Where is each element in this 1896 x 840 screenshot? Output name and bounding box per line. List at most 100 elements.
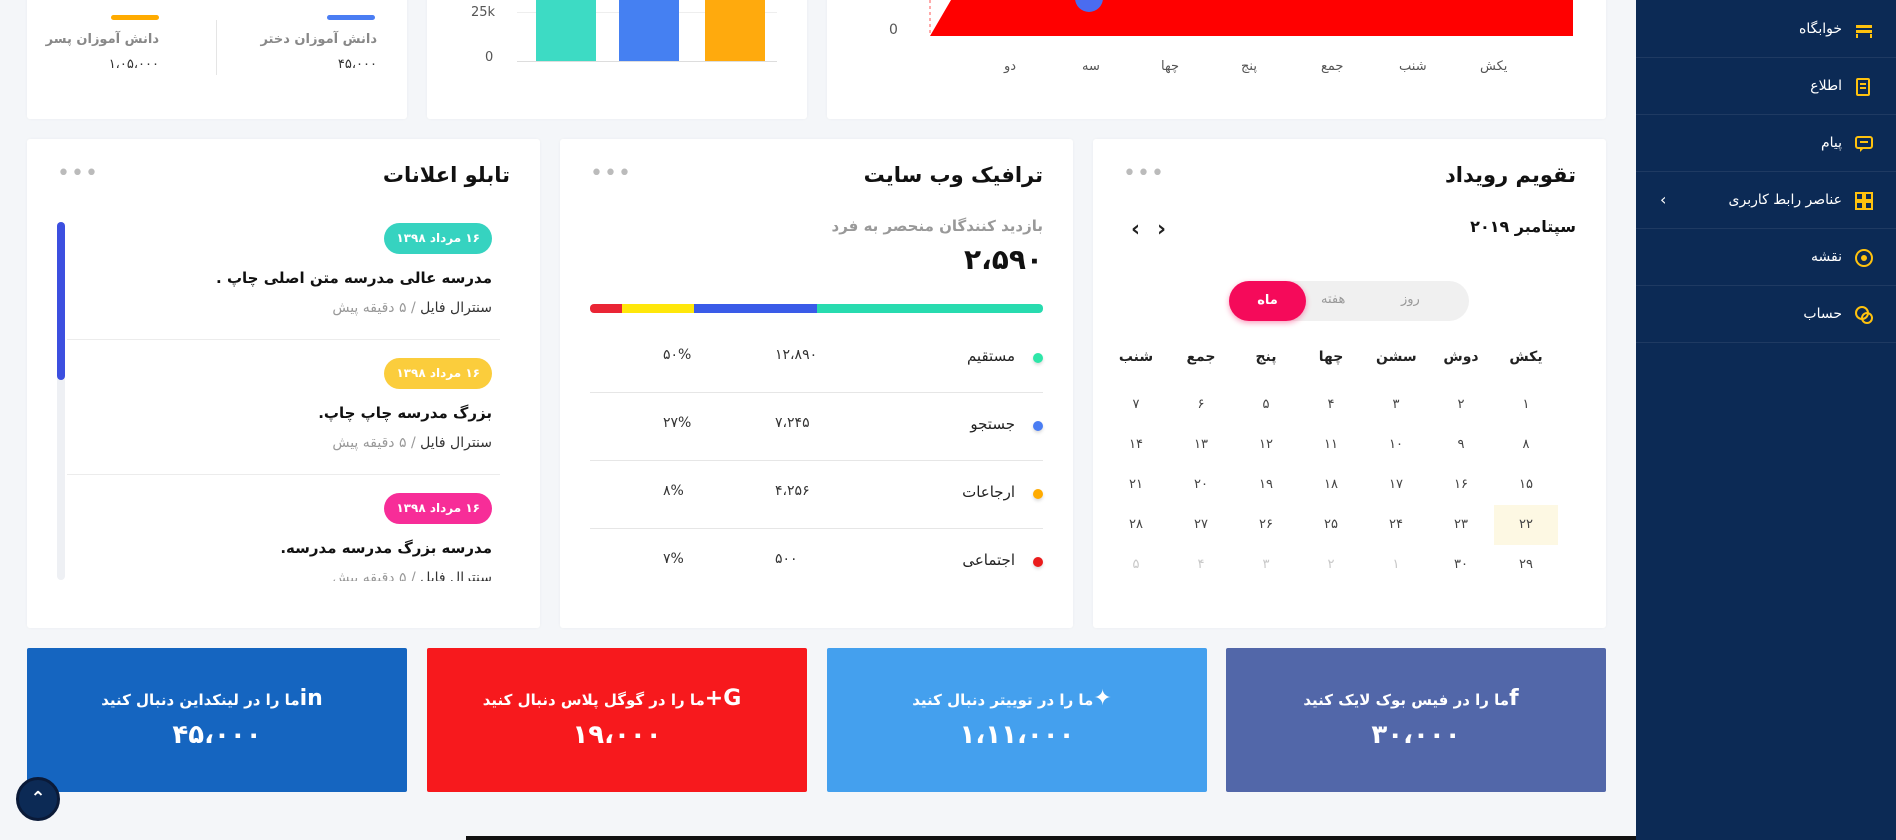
- x-label-4: پنج: [1241, 59, 1257, 74]
- weekday-header: پنج: [1255, 349, 1277, 365]
- twitter-card[interactable]: ✦ما را در توییتر دنبال کنید ۱،۱۱،۰۰۰: [827, 648, 1207, 792]
- linkedin-label: inما را در لینکداین دنبال کنید: [27, 686, 407, 711]
- traffic-dot-icon: [1033, 353, 1043, 363]
- sidebar-item-2[interactable]: پیام: [1636, 116, 1896, 172]
- traffic-source-value: ۴،۲۵۶: [775, 483, 810, 499]
- calendar-prev-button[interactable]: ‹: [1131, 217, 1140, 242]
- calendar-day[interactable]: ۱۲: [1234, 425, 1298, 465]
- sidebar: خوابگاه اطلاع پیام عناصر رابط کاربری ‹ نقشه حس…: [1636, 0, 1896, 840]
- calendar-day[interactable]: ۵: [1104, 545, 1168, 585]
- calendar-day[interactable]: ۲۶: [1234, 505, 1298, 545]
- calendar-day[interactable]: ۵: [1234, 385, 1298, 425]
- sidebar-item-5[interactable]: حساب: [1636, 287, 1896, 343]
- chevron-up-icon: ⌃: [30, 788, 46, 809]
- calendar-day[interactable]: ۱۹: [1234, 465, 1298, 505]
- sidebar-item-label: اطلاع: [1810, 78, 1842, 94]
- scroll-top-button[interactable]: ⌃: [16, 777, 60, 821]
- bar-3: [705, 0, 765, 61]
- twitter-text: ما را در توییتر دنبال کنید: [912, 691, 1094, 709]
- bottom-strip: [466, 836, 1636, 840]
- sidebar-item-3[interactable]: عناصر رابط کاربری ‹: [1636, 173, 1896, 229]
- traffic-row-divider: [590, 392, 1043, 393]
- view-week-button[interactable]: هفته: [1321, 292, 1345, 307]
- sidebar-item-label: نقشه: [1811, 249, 1842, 265]
- notice-date-badge: ۱۶ مرداد ۱۳۹۸: [384, 223, 492, 254]
- notice-meta: سنترال فایل / ۵ دقیقه پیش: [332, 570, 492, 581]
- linkedin-text: ما را در لینکداین دنبال کنید: [101, 691, 300, 709]
- facebook-card[interactable]: fما را در فیس بوک لایک کنید ۳۰،۰۰۰: [1226, 648, 1606, 792]
- notice-time: / ۵ دقیقه پیش: [332, 435, 416, 451]
- girls-value: ۴۵،۰۰۰: [337, 57, 377, 72]
- calendar-day[interactable]: ۳۰: [1429, 545, 1493, 585]
- google-plus-card[interactable]: G+ما را در گوگل پلاس دنبال کنید ۱۹،۰۰۰: [427, 648, 807, 792]
- sidebar-item-1[interactable]: اطلاع: [1636, 59, 1896, 115]
- view-month-button[interactable]: ماه: [1229, 281, 1306, 321]
- calendar-day[interactable]: ۲: [1299, 545, 1363, 585]
- calendar-day[interactable]: ۷: [1104, 385, 1168, 425]
- calendar-day[interactable]: ۴: [1299, 385, 1363, 425]
- traffic-source-percent: ۷%: [663, 551, 684, 567]
- traffic-source-name: مستقیم: [966, 347, 1015, 365]
- calendar-day[interactable]: ۱: [1494, 385, 1558, 425]
- traffic-source-percent: ۲۷%: [663, 415, 692, 431]
- view-day-button[interactable]: روز: [1401, 292, 1420, 307]
- notice-board-title: تابلو اعلانات: [382, 163, 510, 187]
- calendar-month: سپتامبر ۲۰۱۹: [1470, 217, 1576, 236]
- weekday-header: یکش: [1509, 349, 1543, 365]
- sidebar-item-label: خوابگاه: [1798, 21, 1842, 37]
- calendar-next-button[interactable]: ›: [1157, 217, 1166, 242]
- calendar-day[interactable]: ۱۶: [1429, 465, 1493, 505]
- calendar-day[interactable]: ۱۸: [1299, 465, 1363, 505]
- weekday-header: جمع: [1186, 349, 1216, 365]
- calendar-menu-button[interactable]: •••: [1123, 163, 1165, 185]
- traffic-source-name: ارجاعات: [962, 483, 1015, 501]
- students-divider: [216, 20, 217, 75]
- twitter-icon: ✦: [1093, 686, 1112, 711]
- calendar-day[interactable]: ۲۲: [1494, 505, 1558, 545]
- sidebar-item-4[interactable]: نقشه: [1636, 230, 1896, 286]
- calendar-day[interactable]: ۱۴: [1104, 425, 1168, 465]
- traffic-total: ۲،۵۹۰: [964, 243, 1043, 276]
- traffic-source-value: ۷،۲۴۵: [775, 415, 810, 431]
- x-label-3: جمع: [1321, 59, 1344, 74]
- traffic-segment: [621, 304, 695, 313]
- x-axis: [517, 61, 777, 62]
- notice-title[interactable]: مدرسه بزرگ مدرسه مدرسه.: [280, 539, 492, 557]
- calendar-day[interactable]: ۳: [1234, 545, 1298, 585]
- calendar-day[interactable]: ۴: [1169, 545, 1233, 585]
- calendar-day[interactable]: ۹: [1429, 425, 1493, 465]
- calendar-day[interactable]: ۱۵: [1494, 465, 1558, 505]
- calendar-day[interactable]: ۲۰: [1169, 465, 1233, 505]
- sidebar-item-label: حساب: [1803, 306, 1842, 322]
- calendar-day[interactable]: ۲۸: [1104, 505, 1168, 545]
- traffic-title: ترافیک وب سایت: [863, 163, 1043, 187]
- calendar-day[interactable]: ۱۳: [1169, 425, 1233, 465]
- calendar-day[interactable]: ۲۵: [1299, 505, 1363, 545]
- calendar-day[interactable]: ۲۷: [1169, 505, 1233, 545]
- notice-menu-button[interactable]: •••: [57, 163, 99, 185]
- calendar-day[interactable]: ۲۳: [1429, 505, 1493, 545]
- traffic-segment: [590, 304, 622, 313]
- calendar-day[interactable]: ۲: [1429, 385, 1493, 425]
- sidebar-item-label: عناصر رابط کاربری: [1728, 192, 1842, 208]
- calendar-day[interactable]: ۱۱: [1299, 425, 1363, 465]
- traffic-source-percent: ۵۰%: [663, 347, 692, 363]
- calendar-day[interactable]: ۳: [1364, 385, 1428, 425]
- calendar-day[interactable]: ۲۴: [1364, 505, 1428, 545]
- calendar-day[interactable]: ۲۹: [1494, 545, 1558, 585]
- calendar-day[interactable]: ۱: [1364, 545, 1428, 585]
- calendar-day[interactable]: ۱۷: [1364, 465, 1428, 505]
- weekday-header: چها: [1318, 349, 1344, 365]
- calendar-day[interactable]: ۸: [1494, 425, 1558, 465]
- linkedin-count: ۴۵،۰۰۰: [172, 720, 262, 750]
- sidebar-item-0[interactable]: خوابگاه: [1636, 2, 1896, 58]
- calendar-day[interactable]: ۱۰: [1364, 425, 1428, 465]
- notice-title[interactable]: بزرگ مدرسه چاپ چاپ.: [318, 404, 492, 422]
- calendar-day[interactable]: ۶: [1169, 385, 1233, 425]
- linkedin-card[interactable]: inما را در لینکداین دنبال کنید ۴۵،۰۰۰: [27, 648, 407, 792]
- calendar-day[interactable]: ۲۱: [1104, 465, 1168, 505]
- notice-title[interactable]: مدرسه عالی مدرسه متن اصلی چاپ .: [216, 269, 492, 287]
- traffic-menu-button[interactable]: •••: [590, 163, 632, 185]
- notice-scroll-thumb[interactable]: [57, 222, 65, 380]
- x-label-7: دو: [1004, 59, 1017, 74]
